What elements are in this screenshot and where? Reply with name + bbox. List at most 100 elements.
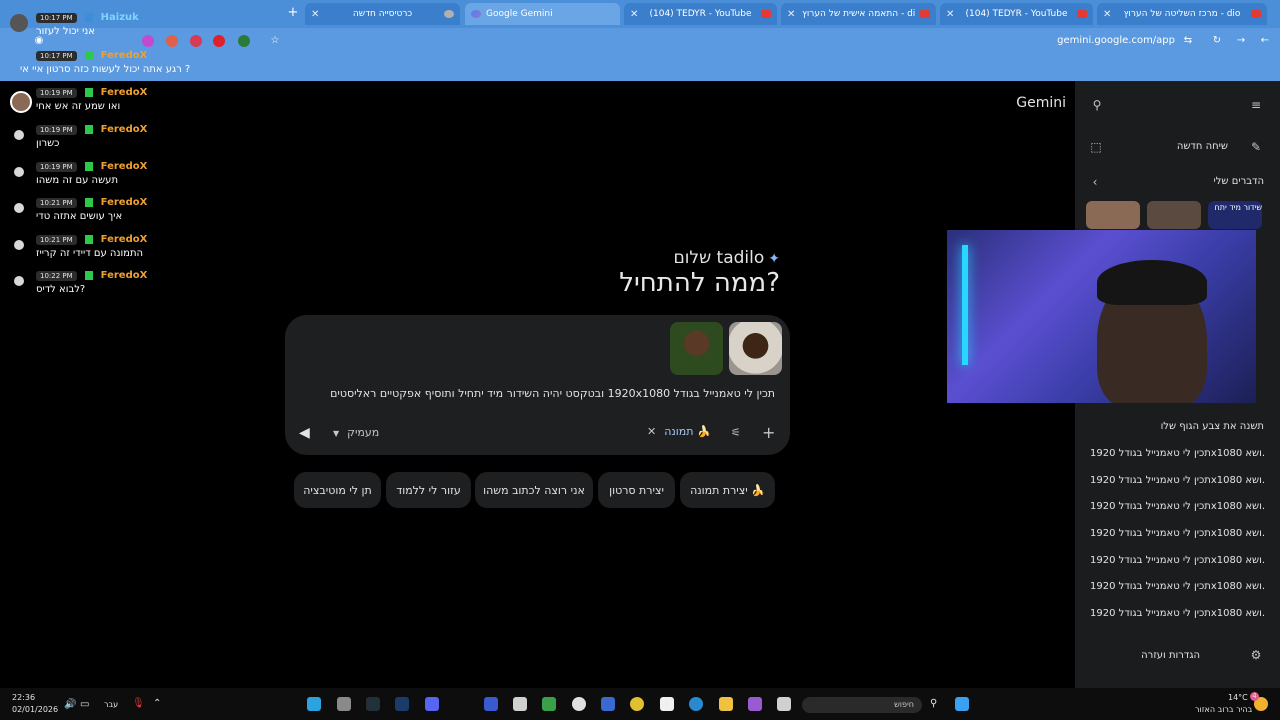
translate-icon[interactable]: ⇆ bbox=[1181, 34, 1195, 48]
chevron-up-icon[interactable]: ⌃ bbox=[153, 698, 161, 709]
search-icon[interactable]: ⚲ bbox=[930, 698, 937, 709]
add-attachment-icon[interactable]: + bbox=[762, 423, 775, 442]
store-icon[interactable] bbox=[660, 697, 674, 711]
history-item[interactable]: תשנה את צבע הגוף שלו bbox=[1090, 421, 1264, 432]
reload-icon[interactable]: ↻ bbox=[1210, 34, 1224, 48]
history-item[interactable]: תכין לי טאמנייל בגודל 1920x1080 ושא... bbox=[1090, 581, 1264, 592]
microphone-icon[interactable]: 🎙 bbox=[132, 698, 145, 709]
suggestion-chip-create-image[interactable]: 🍌 יצירת תמונה bbox=[680, 472, 775, 508]
bookmark-star-icon[interactable]: ☆ bbox=[268, 34, 282, 48]
settings-label[interactable]: הגדרות ועזרה bbox=[1141, 650, 1200, 661]
prompt-input[interactable]: תכין לי טאמנייל בגודל 1920x1080 ובטקסט י… bbox=[305, 387, 775, 400]
steam-icon[interactable] bbox=[395, 697, 409, 711]
chat-text: איך עושים אתזה טדי bbox=[36, 211, 123, 222]
history-item[interactable]: תכין לי טאמנייל בגודל 1920x1080 ושא... bbox=[1090, 501, 1264, 512]
model-selector[interactable]: ▼ מעמיק bbox=[333, 426, 379, 439]
history-item[interactable]: תכין לי טאמנייל בגודל 1920x1080 ושא... bbox=[1090, 608, 1264, 619]
tab-youtube-2[interactable]: ✕ (104) TEDYR - YouTube bbox=[940, 3, 1093, 25]
chat-text: ? רגע אתה יכול לעשות כזה סרטון איי אי bbox=[20, 64, 191, 75]
chevron-down-icon: ▼ bbox=[333, 429, 340, 438]
tab-new-tab[interactable]: ✕ כרטיסייה חדשה bbox=[305, 3, 460, 25]
send-icon[interactable]: ◀ bbox=[299, 425, 315, 441]
new-chat-label[interactable]: שיחה חדשה bbox=[1150, 141, 1228, 152]
chrome-icon[interactable] bbox=[630, 697, 644, 711]
chat-time: 10:21 PM bbox=[36, 197, 77, 208]
app-icon[interactable] bbox=[366, 697, 380, 711]
discord-icon[interactable] bbox=[425, 697, 439, 711]
menu-icon[interactable]: ≡ bbox=[1248, 98, 1264, 112]
chat-meta: 10:21 PM FeredoX bbox=[36, 197, 147, 208]
close-icon[interactable]: ✕ bbox=[787, 9, 797, 20]
tab-youtube-1[interactable]: ✕ (104) TEDYR - YouTube bbox=[624, 3, 777, 25]
close-icon[interactable]: ✕ bbox=[630, 9, 640, 20]
clock-time[interactable]: 22:36 bbox=[12, 693, 35, 702]
search-input[interactable]: חיפוש bbox=[802, 697, 922, 713]
forward-icon[interactable]: → bbox=[1234, 34, 1248, 48]
attached-image-thumbnail[interactable] bbox=[670, 322, 723, 375]
canvas-icon[interactable]: ⬚ bbox=[1088, 140, 1104, 154]
language-indicator[interactable]: עבר bbox=[104, 700, 118, 709]
app-icon[interactable] bbox=[484, 697, 498, 711]
chevron-left-icon[interactable]: ‹ bbox=[1087, 175, 1103, 189]
file-explorer-icon[interactable] bbox=[719, 697, 733, 711]
tab-gemini[interactable]: Google Gemini bbox=[465, 3, 620, 25]
app-icon[interactable] bbox=[601, 697, 615, 711]
prompt-composer[interactable]: תכין לי טאמנייל בגודל 1920x1080 ובטקסט י… bbox=[285, 315, 790, 455]
neon-light bbox=[962, 245, 968, 365]
chat-username: FeredoX bbox=[100, 234, 148, 245]
history-item[interactable]: תכין לי טאמנייל בגודל 1920x1080 ושא... bbox=[1090, 528, 1264, 539]
banana-icon: 🍌 bbox=[697, 425, 711, 438]
suggestion-chip-motivation[interactable]: תן לי מוטיבציה bbox=[294, 472, 381, 508]
chat-message: 10:19 PM FeredoX כשרון bbox=[8, 124, 238, 152]
close-icon[interactable]: ✕ bbox=[311, 9, 321, 20]
chat-username: FeredoX bbox=[100, 87, 148, 98]
app-icon[interactable] bbox=[542, 697, 556, 711]
search-icon[interactable]: ⚲ bbox=[1089, 98, 1105, 112]
weather-temp[interactable]: 14°C bbox=[1228, 693, 1248, 702]
tools-icon[interactable]: ⚟ bbox=[731, 426, 741, 439]
chip-label: אני רוצה לכתוב משהו bbox=[483, 483, 585, 497]
close-icon[interactable]: ✕ bbox=[1103, 9, 1113, 20]
model-label: מעמיק bbox=[347, 426, 380, 439]
suggestion-chip-create-video[interactable]: יצירת סרטון bbox=[598, 472, 675, 508]
tab-studio-2[interactable]: ✕ מרכז השליטה של הערוץ - dio bbox=[1097, 3, 1267, 25]
app-icon[interactable] bbox=[777, 697, 791, 711]
avatar bbox=[14, 203, 24, 213]
app-icon[interactable] bbox=[513, 697, 527, 711]
my-stuff-label[interactable]: הדברים שלי bbox=[1180, 176, 1264, 187]
network-icon[interactable]: ▭ bbox=[80, 699, 89, 710]
kick-icon bbox=[84, 271, 93, 280]
back-icon[interactable]: ← bbox=[1258, 34, 1272, 48]
close-icon[interactable]: ✕ bbox=[647, 425, 656, 438]
copilot-icon[interactable] bbox=[748, 697, 762, 711]
weather-description[interactable]: בהיר ברוב האזור bbox=[1195, 705, 1252, 714]
my-stuff-thumbnail[interactable]: שידור מיד יתח bbox=[1208, 201, 1262, 229]
chatgpt-icon[interactable] bbox=[572, 697, 586, 711]
suggestion-chip-learn[interactable]: עזור לי ללמוד bbox=[386, 472, 471, 508]
close-icon[interactable]: ✕ bbox=[946, 9, 956, 20]
attached-image-thumbnail[interactable] bbox=[729, 322, 782, 375]
gear-icon[interactable]: ⚙ bbox=[1248, 648, 1264, 662]
clock-date[interactable]: 02/01/2026 bbox=[12, 705, 58, 714]
extension-icon[interactable] bbox=[238, 35, 250, 47]
volume-icon[interactable]: 🔊 bbox=[64, 699, 76, 710]
image-tool-chip[interactable]: ✕ תמונה 🍌 bbox=[647, 425, 711, 438]
edge-icon[interactable] bbox=[689, 697, 703, 711]
history-item[interactable]: תכין לי טאמנייל בגודל 1920x1080 ושא... bbox=[1090, 555, 1264, 566]
history-item[interactable]: תכין לי טאמנייל בגודל 1920x1080 ושא... bbox=[1090, 475, 1264, 486]
app-icon[interactable] bbox=[337, 697, 351, 711]
avatar bbox=[10, 91, 32, 113]
suggestion-chip-write[interactable]: אני רוצה לכתוב משהו bbox=[475, 472, 593, 508]
history-item[interactable]: תכין לי טאמנייל בגודל 1920x1080 ושא... bbox=[1090, 448, 1264, 459]
edit-icon[interactable]: ✎ bbox=[1248, 140, 1264, 154]
windows-start-icon[interactable] bbox=[955, 697, 969, 711]
telegram-icon[interactable] bbox=[307, 697, 321, 711]
thumbnail-caption: שידור מיד יתח bbox=[1214, 203, 1262, 212]
my-stuff-thumbnail[interactable] bbox=[1147, 201, 1201, 229]
new-tab-button[interactable]: + bbox=[285, 5, 301, 21]
tab-studio-1[interactable]: ✕ התאמה אישית של הערוץ - dio bbox=[781, 3, 936, 25]
gemini-logo[interactable]: Gemini bbox=[1010, 95, 1066, 111]
address-bar[interactable]: gemini.google.com/app bbox=[1040, 35, 1175, 46]
chat-username: FeredoX bbox=[100, 270, 148, 281]
my-stuff-thumbnail[interactable] bbox=[1086, 201, 1140, 229]
